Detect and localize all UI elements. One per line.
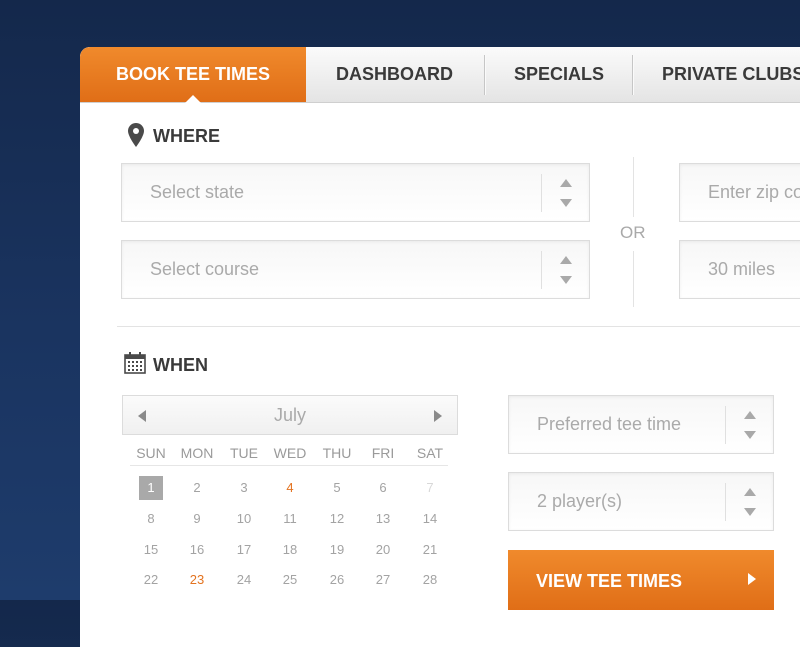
course-select-placeholder: Select course — [150, 259, 260, 279]
calendar-day[interactable]: 25 — [278, 568, 302, 592]
where-heading: WHERE — [153, 126, 220, 146]
when-heading: WHEN — [153, 355, 208, 375]
map-pin-icon — [128, 123, 144, 147]
chevron-up-icon — [560, 256, 572, 264]
calendar-day[interactable]: 9 — [185, 507, 209, 531]
chevron-up-icon — [744, 488, 756, 496]
calendar-icon — [124, 352, 146, 374]
chevron-down-icon — [744, 431, 756, 439]
play-arrow-icon — [748, 573, 756, 585]
calendar-day[interactable]: 3 — [232, 476, 256, 500]
players-stepper[interactable] — [725, 483, 774, 521]
state-select-placeholder: Select state — [150, 182, 245, 202]
state-select-stepper[interactable] — [541, 174, 590, 212]
calendar-day[interactable]: 16 — [185, 538, 209, 562]
tab-bar: BOOK TEE TIMES DASHBOARD SPECIALS PRIVAT… — [80, 47, 800, 103]
tee-time-stepper[interactable] — [725, 406, 774, 444]
calendar-day[interactable]: 26 — [325, 568, 349, 592]
tab-private-clubs[interactable]: PRIVATE CLUBS — [662, 47, 800, 102]
tab-separator — [484, 55, 485, 95]
calendar-day[interactable]: 6 — [371, 476, 395, 500]
or-divider-top — [633, 157, 634, 217]
players-select[interactable]: 2 player(s) — [508, 472, 774, 531]
weekday-divider — [130, 465, 448, 466]
or-label: OR — [620, 223, 646, 242]
weekday-mon: MON — [180, 445, 214, 461]
calendar-day[interactable]: 14 — [418, 507, 442, 531]
calendar-day[interactable]: 19 — [325, 538, 349, 562]
calendar-month: July — [273, 405, 306, 425]
calendar-day[interactable]: 21 — [418, 538, 442, 562]
calendar-day[interactable]: 27 — [371, 568, 395, 592]
section-divider — [117, 326, 800, 327]
calendar-day[interactable]: 24 — [232, 568, 256, 592]
tab-specials[interactable]: SPECIALS — [514, 47, 604, 102]
chevron-down-icon — [560, 199, 572, 207]
calendar-day[interactable]: 23 — [185, 568, 209, 592]
calendar-day[interactable]: 4 — [278, 476, 302, 500]
weekday-sun: SUN — [136, 445, 166, 461]
weekday-sat: SAT — [416, 445, 444, 461]
course-select-stepper[interactable] — [541, 251, 590, 289]
calendar-header: July — [122, 395, 458, 435]
zip-input[interactable]: Enter zip co — [679, 163, 800, 222]
calendar-day[interactable]: 10 — [232, 507, 256, 531]
state-select[interactable]: Select state — [121, 163, 590, 222]
calendar-day[interactable]: 18 — [278, 538, 302, 562]
course-select[interactable]: Select course — [121, 240, 590, 299]
calendar-day[interactable]: 20 — [371, 538, 395, 562]
radius-select-value: 30 miles — [708, 259, 776, 279]
tab-dashboard[interactable]: DASHBOARD — [336, 47, 453, 102]
chevron-up-icon — [560, 179, 572, 187]
weekday-wed: WED — [273, 445, 307, 461]
booking-panel: BOOK TEE TIMES DASHBOARD SPECIALS PRIVAT… — [80, 47, 800, 647]
calendar-day[interactable]: 8 — [139, 507, 163, 531]
chevron-down-icon — [560, 276, 572, 284]
players-value: 2 player(s) — [537, 491, 623, 511]
or-divider-bottom — [633, 251, 634, 307]
next-month-icon[interactable] — [434, 410, 442, 422]
view-tee-times-button[interactable]: VIEW TEE TIMES — [508, 550, 774, 610]
weekday-fri: FRI — [371, 445, 395, 461]
tab-separator — [632, 55, 633, 95]
zip-input-placeholder: Enter zip co — [708, 182, 800, 202]
calendar-day[interactable]: 5 — [325, 476, 349, 500]
weekday-tue: TUE — [230, 445, 258, 461]
calendar-day[interactable]: 2 — [185, 476, 209, 500]
tee-time-select[interactable]: Preferred tee time — [508, 395, 774, 454]
tee-time-placeholder: Preferred tee time — [537, 414, 682, 434]
calendar-day[interactable]: 7 — [418, 476, 442, 500]
calendar-day[interactable]: 28 — [418, 568, 442, 592]
chevron-up-icon — [744, 411, 756, 419]
calendar-day[interactable]: 1 — [139, 476, 163, 500]
calendar-day[interactable]: 15 — [139, 538, 163, 562]
calendar-day[interactable]: 22 — [139, 568, 163, 592]
chevron-down-icon — [744, 508, 756, 516]
weekday-thu: THU — [322, 445, 352, 461]
radius-select[interactable]: 30 miles — [679, 240, 800, 299]
calendar-day[interactable]: 17 — [232, 538, 256, 562]
calendar-day[interactable]: 12 — [325, 507, 349, 531]
calendar-day[interactable]: 11 — [278, 507, 302, 531]
calendar-day[interactable]: 13 — [371, 507, 395, 531]
view-tee-times-label: VIEW TEE TIMES — [536, 571, 683, 591]
tab-book-tee-times[interactable]: BOOK TEE TIMES — [80, 47, 306, 103]
